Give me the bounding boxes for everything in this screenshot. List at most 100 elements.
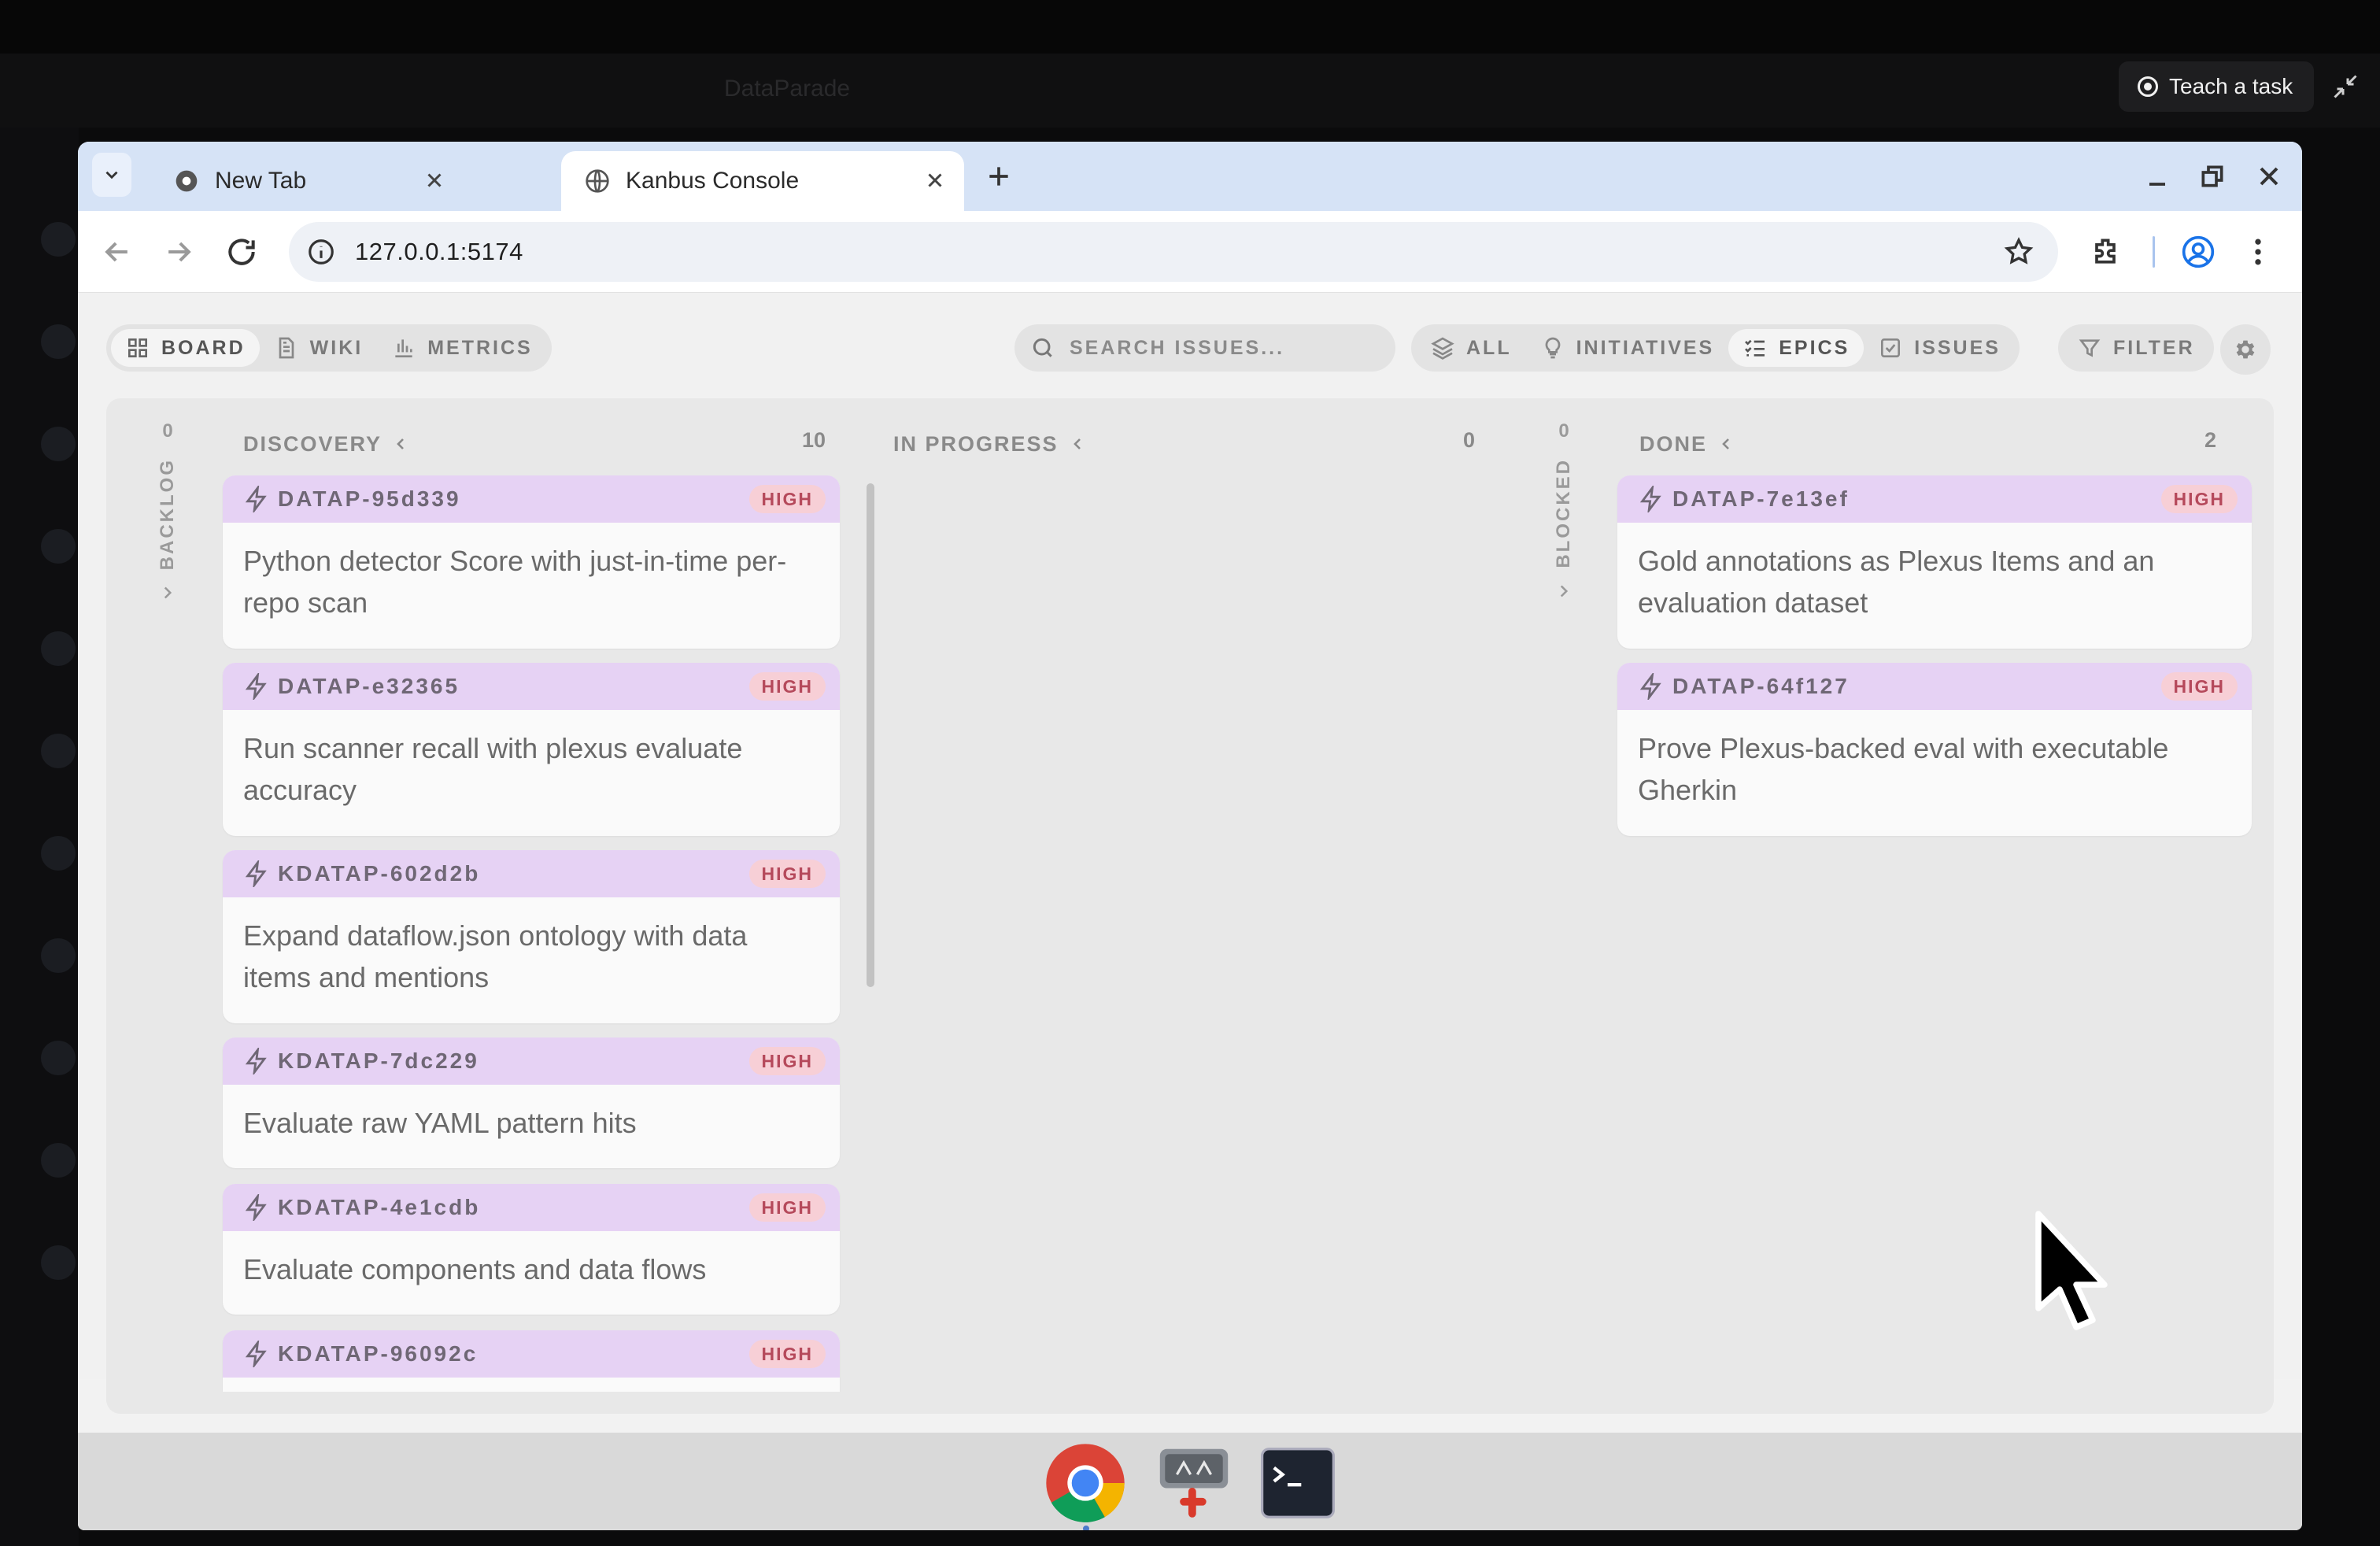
tab-wiki[interactable]: WIKI	[260, 329, 378, 367]
gear-icon	[2236, 340, 2255, 359]
filter-issues-label: ISSUES	[1914, 336, 2001, 359]
close-window-icon[interactable]	[2253, 161, 2285, 192]
column-blocked-collapsed[interactable]: 0 BLOCKED	[1540, 420, 1587, 601]
new-tab-plus-icon[interactable]	[983, 161, 1014, 192]
card-id: KDATAP-4e1cdb	[278, 1195, 481, 1219]
ghost-icon	[41, 427, 76, 461]
card-id: KDATAP-96092c	[278, 1341, 479, 1366]
collapse-icon[interactable]	[2331, 72, 2360, 101]
chevron-left-icon[interactable]	[1717, 435, 1735, 453]
document-icon	[279, 337, 294, 359]
issue-card[interactable]: DATAP-7e13ef HIGH Gold annotations as Pl…	[1617, 475, 2252, 649]
automator-icon[interactable]	[1151, 1441, 1236, 1526]
browser-window: New Tab Kanbus Console 127.0.0.1:5174 BO…	[78, 142, 2302, 1530]
ghost-icon	[41, 938, 76, 973]
chevron-left-icon[interactable]	[1068, 435, 1087, 453]
terminal-icon[interactable]	[1255, 1441, 1340, 1526]
tab-kanbus-console[interactable]: Kanbus Console	[561, 151, 964, 211]
column-title: DONE	[1639, 431, 1708, 456]
close-icon[interactable]	[923, 168, 947, 192]
issue-card[interactable]: DATAP-95d339 HIGH Python detector Score …	[223, 475, 840, 649]
priority-badge: HIGH	[748, 860, 826, 888]
search-issues-input[interactable]: SEARCH ISSUES...	[1014, 324, 1395, 372]
tab-board-label: BOARD	[161, 336, 246, 359]
filter-all[interactable]: ALL	[1416, 329, 1526, 367]
profile-icon[interactable]	[2181, 235, 2216, 269]
card-title: Python detector Score with just-in-time …	[243, 545, 787, 619]
card-header: KDATAP-7dc229 HIGH	[223, 1037, 840, 1085]
host-menu-strip	[0, 0, 2380, 54]
ghost-icon	[41, 1041, 76, 1075]
filter-button[interactable]: FILTER	[2063, 329, 2209, 367]
priority-badge: HIGH	[748, 672, 826, 701]
chrome-icon[interactable]	[1043, 1441, 1128, 1526]
filter-issues[interactable]: ISSUES	[1864, 329, 2015, 367]
host-top-bar: DataParade Teach a task	[0, 0, 2380, 128]
card-header: DATAP-7e13ef HIGH	[1617, 475, 2252, 523]
tab-strip: New Tab Kanbus Console	[78, 142, 2302, 211]
bar-chart-icon	[395, 339, 412, 357]
host-sidebar	[0, 128, 79, 1546]
funnel-icon	[2079, 339, 2101, 357]
tab-label: New Tab	[215, 168, 307, 194]
column-title: DISCOVERY	[243, 431, 382, 456]
minimize-icon[interactable]	[2142, 161, 2173, 192]
search-placeholder: SEARCH ISSUES...	[1070, 336, 1285, 359]
teach-task-button[interactable]: Teach a task	[2119, 61, 2314, 112]
priority-badge: HIGH	[748, 1340, 826, 1368]
checklist-icon	[1745, 339, 1765, 357]
chevron-left-icon[interactable]	[391, 435, 410, 453]
column-count: 0	[1463, 428, 1476, 452]
kanban-board: 0 BACKLOG DISCOVERY 10 DATAP-95d339 HIGH…	[106, 398, 2274, 1414]
column-count: 2	[2204, 428, 2217, 452]
lightning-icon	[245, 860, 267, 887]
card-header: DATAP-64f127 HIGH	[1617, 663, 2252, 710]
priority-badge: HIGH	[748, 485, 826, 513]
ghost-icon	[41, 529, 76, 564]
back-icon[interactable]	[100, 235, 135, 269]
discovery-scrollbar[interactable]	[867, 483, 874, 987]
bookmark-star-icon[interactable]	[2003, 236, 2034, 268]
reload-icon[interactable]	[224, 235, 259, 269]
column-header-discovery: DISCOVERY	[243, 428, 410, 460]
close-icon[interactable]	[423, 168, 446, 192]
card-header: KDATAP-4e1cdb HIGH	[223, 1184, 840, 1231]
chevron-right-icon[interactable]	[1554, 581, 1574, 601]
issue-card[interactable]: KDATAP-4e1cdb HIGH Evaluate components a…	[223, 1184, 840, 1315]
issue-card[interactable]: DATAP-e32365 HIGH Run scanner recall wit…	[223, 663, 840, 836]
faded-window-title: DataParade	[724, 76, 851, 102]
issue-card[interactable]: KDATAP-602d2b HIGH Expand dataflow.json …	[223, 850, 840, 1023]
tab-board[interactable]: BOARD	[111, 329, 260, 367]
tab-metrics[interactable]: METRICS	[377, 329, 547, 367]
running-indicator	[1083, 1526, 1089, 1530]
issue-card[interactable]: KDATAP-7dc229 HIGH Evaluate raw YAML pat…	[223, 1037, 840, 1168]
priority-badge: HIGH	[2160, 672, 2238, 701]
more-menu-icon[interactable]	[2241, 235, 2275, 269]
column-title: IN PROGRESS	[893, 431, 1059, 456]
issue-card[interactable]: DATAP-64f127 HIGH Prove Plexus-backed ev…	[1617, 663, 2252, 836]
address-bar[interactable]: 127.0.0.1:5174	[289, 222, 2058, 282]
card-id: KDATAP-602d2b	[278, 861, 481, 886]
site-info-icon[interactable]	[306, 237, 336, 267]
lightning-icon	[245, 1341, 267, 1367]
tab-label: Kanbus Console	[626, 168, 800, 194]
blocked-count: 0	[1558, 420, 1569, 442]
forward-icon[interactable]	[161, 235, 196, 269]
search-icon	[1033, 338, 1052, 357]
column-header-in-progress: IN PROGRESS	[893, 428, 1087, 460]
column-backlog-collapsed[interactable]: 0 BACKLOG	[144, 420, 191, 603]
card-id: DATAP-95d339	[278, 486, 461, 511]
filter-initiatives[interactable]: INITIATIVES	[1526, 329, 1729, 367]
chevron-right-icon[interactable]	[157, 583, 178, 603]
extensions-icon[interactable]	[2088, 235, 2123, 269]
tab-search-button[interactable]	[92, 153, 131, 197]
ghost-icon	[41, 1245, 76, 1280]
priority-badge: HIGH	[748, 1193, 826, 1222]
filter-epics[interactable]: EPICS	[1728, 329, 1864, 367]
settings-button[interactable]	[2220, 324, 2271, 375]
ghost-icon	[41, 222, 76, 257]
tab-new-tab[interactable]: New Tab	[150, 151, 629, 211]
lightbulb-icon	[1545, 337, 1560, 359]
checkbox-icon	[1881, 338, 1901, 357]
restore-icon[interactable]	[2197, 161, 2228, 192]
